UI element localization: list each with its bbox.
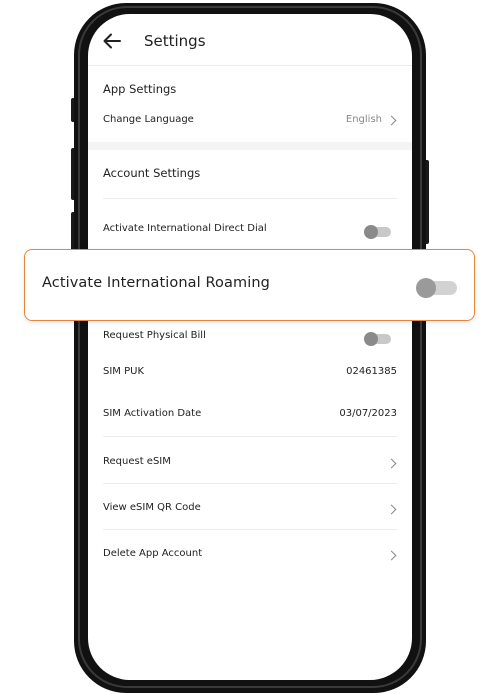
chevron-right-icon (386, 458, 397, 469)
international-direct-dial-toggle[interactable] (364, 225, 391, 239)
toggle-knob (364, 332, 378, 346)
delete-account-label: Delete App Account (103, 548, 203, 559)
sim-puk-value: 02461385 (346, 366, 397, 377)
app-header: Settings (88, 14, 412, 66)
request-esim-label: Request eSIM (103, 456, 171, 467)
section-title-app-settings: App Settings (103, 82, 177, 96)
section-separator (88, 142, 412, 150)
divider (103, 529, 397, 530)
chevron-right-icon (386, 504, 397, 515)
toggle-knob (364, 225, 378, 239)
change-language-label: Change Language (103, 114, 194, 125)
stage: Settings App Settings Change Language En… (0, 0, 500, 694)
divider (103, 483, 397, 484)
international-roaming-toggle[interactable] (416, 278, 457, 298)
chevron-right-icon (386, 115, 397, 126)
international-roaming-highlight: Activate International Roaming (24, 249, 475, 321)
view-esim-qr-label: View eSIM QR Code (103, 502, 201, 513)
chevron-right-icon (386, 550, 397, 561)
arrow-left-icon[interactable] (103, 33, 121, 49)
sim-activation-date-label: SIM Activation Date (103, 408, 202, 419)
sim-puk-label: SIM PUK (103, 366, 145, 377)
sim-activation-date-value: 03/07/2023 (339, 408, 397, 419)
physical-bill-toggle[interactable] (364, 332, 391, 346)
divider (103, 436, 397, 437)
phone-screen: Settings App Settings Change Language En… (88, 14, 412, 680)
divider (103, 198, 397, 199)
change-language-value: English (345, 114, 382, 125)
page-title: Settings (144, 32, 206, 50)
international-roaming-label: Activate International Roaming (42, 275, 270, 291)
physical-bill-label: Request Physical Bill (103, 330, 206, 341)
section-title-account-settings: Account Settings (103, 166, 201, 180)
toggle-knob (416, 278, 436, 298)
international-direct-dial-label: Activate International Direct Dial (103, 223, 267, 234)
